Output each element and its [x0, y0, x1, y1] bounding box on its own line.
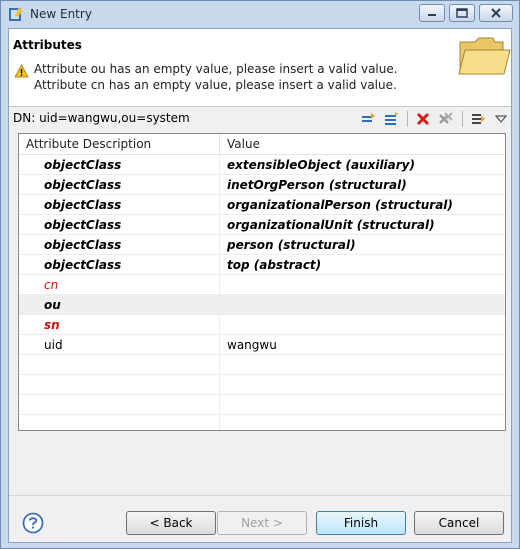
attribute-cell: objectClass [19, 215, 220, 235]
value-cell[interactable] [220, 295, 505, 315]
delete-all-icon [439, 112, 453, 124]
table-row[interactable]: objectClass top (abstract) [19, 255, 505, 275]
attribute-cell: objectClass [19, 175, 220, 195]
attribute-cell: objectClass [19, 155, 220, 175]
attributes-table[interactable]: Attribute Description Value objectClass … [18, 133, 506, 431]
value-cell: person (structural) [227, 238, 356, 252]
table-row-selected[interactable]: ou [19, 295, 505, 315]
new-value-button[interactable] [359, 110, 377, 128]
value-cell: wangwu [227, 338, 277, 352]
footer-separator [9, 495, 511, 496]
dialog-window: New Entry Attributes Attribute ou has an… [0, 0, 520, 549]
empty-row [19, 415, 505, 430]
column-header-value[interactable]: Value [220, 134, 505, 155]
empty-row [19, 355, 505, 375]
expand-icon [472, 114, 485, 124]
toolbar-separator [462, 111, 463, 127]
title-bar[interactable]: New Entry [1, 1, 519, 27]
wizard-header: Attributes Attribute ou has an empty val… [9, 29, 511, 107]
table-row[interactable]: objectClass organizationalPerson (struct… [19, 195, 505, 215]
table-row[interactable]: objectClass inetOrgPerson (structural) [19, 175, 505, 195]
value-cell: organizationalUnit (structural) [227, 218, 435, 232]
value-cell[interactable] [220, 275, 505, 295]
next-button[interactable]: Next > [217, 511, 307, 535]
attribute-cell: uid [19, 335, 220, 355]
table-row[interactable]: cn [19, 275, 505, 295]
back-button[interactable]: < Back [126, 511, 216, 535]
dn-label: DN: uid=wangwu,ou=system [13, 111, 190, 125]
menu-dropdown-icon [495, 115, 507, 123]
close-button[interactable] [479, 4, 513, 22]
finish-button[interactable]: Finish [316, 511, 406, 535]
table-row[interactable]: sn [19, 315, 505, 335]
empty-row [19, 395, 505, 415]
attribute-cell: objectClass [19, 195, 220, 215]
table-header: Attribute Description Value [19, 134, 505, 155]
help-button[interactable] [22, 512, 44, 534]
dialog-client-area: Attributes Attribute ou has an empty val… [8, 28, 512, 543]
delete-icon [416, 112, 430, 126]
delete-button[interactable] [414, 110, 432, 128]
app-icon [8, 6, 24, 22]
toolbar-menu-button[interactable] [492, 110, 510, 128]
maximize-icon [456, 8, 468, 18]
attribute-cell: objectClass [19, 255, 220, 275]
cancel-button[interactable]: Cancel [414, 511, 504, 535]
new-attribute-button[interactable] [382, 110, 400, 128]
close-icon [491, 8, 501, 18]
attribute-cell: sn [19, 315, 220, 335]
warning-icon [14, 64, 29, 78]
table-row[interactable]: objectClass person (structural) [19, 235, 505, 255]
table-row[interactable]: objectClass extensibleObject (auxiliary) [19, 155, 505, 175]
new-value-icon [362, 113, 375, 122]
attribute-cell: ou [19, 295, 220, 315]
table-row[interactable]: objectClass organizationalUnit (structur… [19, 215, 505, 235]
minimize-icon [428, 14, 436, 16]
table-row[interactable]: uid wangwu [19, 335, 505, 355]
value-cell[interactable] [220, 315, 505, 335]
new-attribute-icon [385, 112, 398, 125]
delete-all-button[interactable] [437, 110, 455, 128]
column-header-attribute[interactable]: Attribute Description [19, 134, 220, 155]
page-title: Attributes [13, 38, 82, 52]
value-cell: top (abstract) [227, 258, 322, 272]
folder-icon [458, 37, 511, 75]
help-icon [22, 512, 44, 534]
attribute-toolbar [359, 109, 515, 129]
warning-message: Attribute ou has an empty value, please … [34, 62, 398, 92]
maximize-button[interactable] [449, 4, 475, 22]
minimize-button[interactable] [419, 4, 445, 22]
empty-row [19, 375, 505, 395]
value-cell: extensibleObject (auxiliary) [227, 158, 415, 172]
value-cell: inetOrgPerson (structural) [227, 178, 407, 192]
window-title: New Entry [30, 7, 92, 21]
attribute-cell: cn [19, 275, 220, 295]
toolbar-separator [407, 111, 408, 127]
attribute-cell: objectClass [19, 235, 220, 255]
expand-button[interactable] [469, 110, 487, 128]
value-cell: organizationalPerson (structural) [227, 198, 453, 212]
